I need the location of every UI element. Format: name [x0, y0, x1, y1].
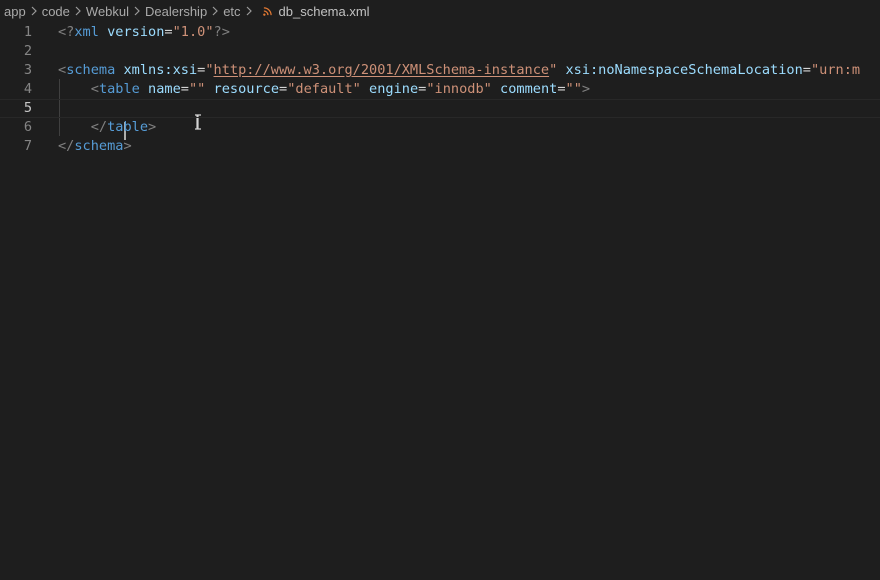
code-line-6[interactable]: 6 </table>: [0, 118, 880, 137]
line-number: 3: [23, 62, 32, 78]
code-token: =: [802, 62, 811, 78]
code-token: <?: [58, 24, 75, 40]
code-token: table: [98, 81, 140, 97]
chevron-right-icon: [70, 0, 86, 22]
code-token: "default": [287, 81, 361, 97]
breadcrumb-item-etc[interactable]: etc: [223, 4, 240, 19]
line-number: 5: [23, 100, 32, 116]
code-text: <table name="" resource="default" engine…: [58, 80, 590, 99]
code-token: schema: [66, 62, 116, 78]
line-number: 7: [23, 138, 32, 154]
chevron-right-icon: [207, 0, 223, 22]
code-token: =: [557, 81, 566, 97]
code-line-5[interactable]: 5: [0, 99, 880, 118]
breadcrumb-item-code[interactable]: code: [42, 4, 70, 19]
code-token: ": [205, 62, 214, 78]
code-token: =: [279, 81, 288, 97]
code-token: version: [98, 24, 165, 40]
code-line-1[interactable]: 1 <?xml version="1.0"?>: [0, 23, 880, 42]
rss-icon: [261, 0, 275, 22]
line-number: 6: [23, 119, 32, 135]
breadcrumb-item-app[interactable]: app: [0, 4, 26, 19]
code-token: schema: [74, 138, 124, 154]
line-number: 1: [23, 24, 32, 40]
breadcrumb-file[interactable]: db_schema.xml: [279, 4, 370, 19]
code-text: </schema>: [58, 137, 132, 156]
code-token: xsi:noNamespaceSchemaLocation: [557, 62, 803, 78]
chevron-right-icon: [129, 0, 145, 22]
code-token: ?>: [213, 24, 230, 40]
code-token: =: [164, 24, 173, 40]
code-token: "": [565, 81, 582, 97]
code-token: >: [581, 81, 591, 97]
code-token: "innodb": [426, 81, 492, 97]
code-line-4[interactable]: 4 <table name="" resource="default" engi…: [0, 80, 880, 99]
code-editor[interactable]: 1 <?xml version="1.0"?> 2 3 <schema xmlns:xs…: [0, 22, 880, 580]
code-token: <: [90, 81, 99, 97]
code-line-2[interactable]: 2: [0, 42, 880, 61]
code-token: </: [58, 138, 75, 154]
breadcrumb-item-dealership[interactable]: Dealership: [145, 4, 207, 19]
code-token: http://www.w3.org/2001/XMLSchema-instanc…: [213, 62, 550, 78]
chevron-right-icon: [26, 0, 42, 22]
code-token: "urn:m: [810, 62, 861, 78]
code-token: <: [58, 62, 67, 78]
code-token: "1.0": [172, 24, 214, 40]
code-token: "": [188, 81, 206, 97]
code-token: >: [123, 138, 132, 154]
code-token: comment: [491, 81, 558, 97]
code-token: xml: [74, 24, 99, 40]
code-token: engine: [360, 81, 419, 97]
breadcrumb: app code Webkul Dealership etc db_schema.xml: [0, 0, 880, 22]
code-token: table: [107, 119, 149, 135]
code-line-3[interactable]: 3 <schema xmlns:xsi = "http://www.w3.org/20…: [0, 61, 880, 80]
code-text: </table>: [58, 118, 156, 137]
line-number: 4: [23, 81, 32, 97]
code-token: =: [180, 81, 189, 97]
code-token: resource: [205, 81, 280, 97]
code-token: </: [90, 119, 108, 135]
code-token: >: [148, 119, 157, 135]
code-text: <schema xmlns:xsi = "http://www.w3.org/200…: [58, 61, 860, 80]
code-line-7[interactable]: 7 </schema>: [0, 137, 880, 156]
code-token: xmlns:xsi: [115, 62, 198, 78]
chevron-right-icon: [241, 0, 257, 22]
code-text: <?xml version="1.0"?>: [58, 23, 230, 42]
breadcrumb-item-webkul[interactable]: Webkul: [86, 4, 129, 19]
code-token: name: [139, 81, 181, 97]
line-number: 2: [23, 43, 32, 59]
